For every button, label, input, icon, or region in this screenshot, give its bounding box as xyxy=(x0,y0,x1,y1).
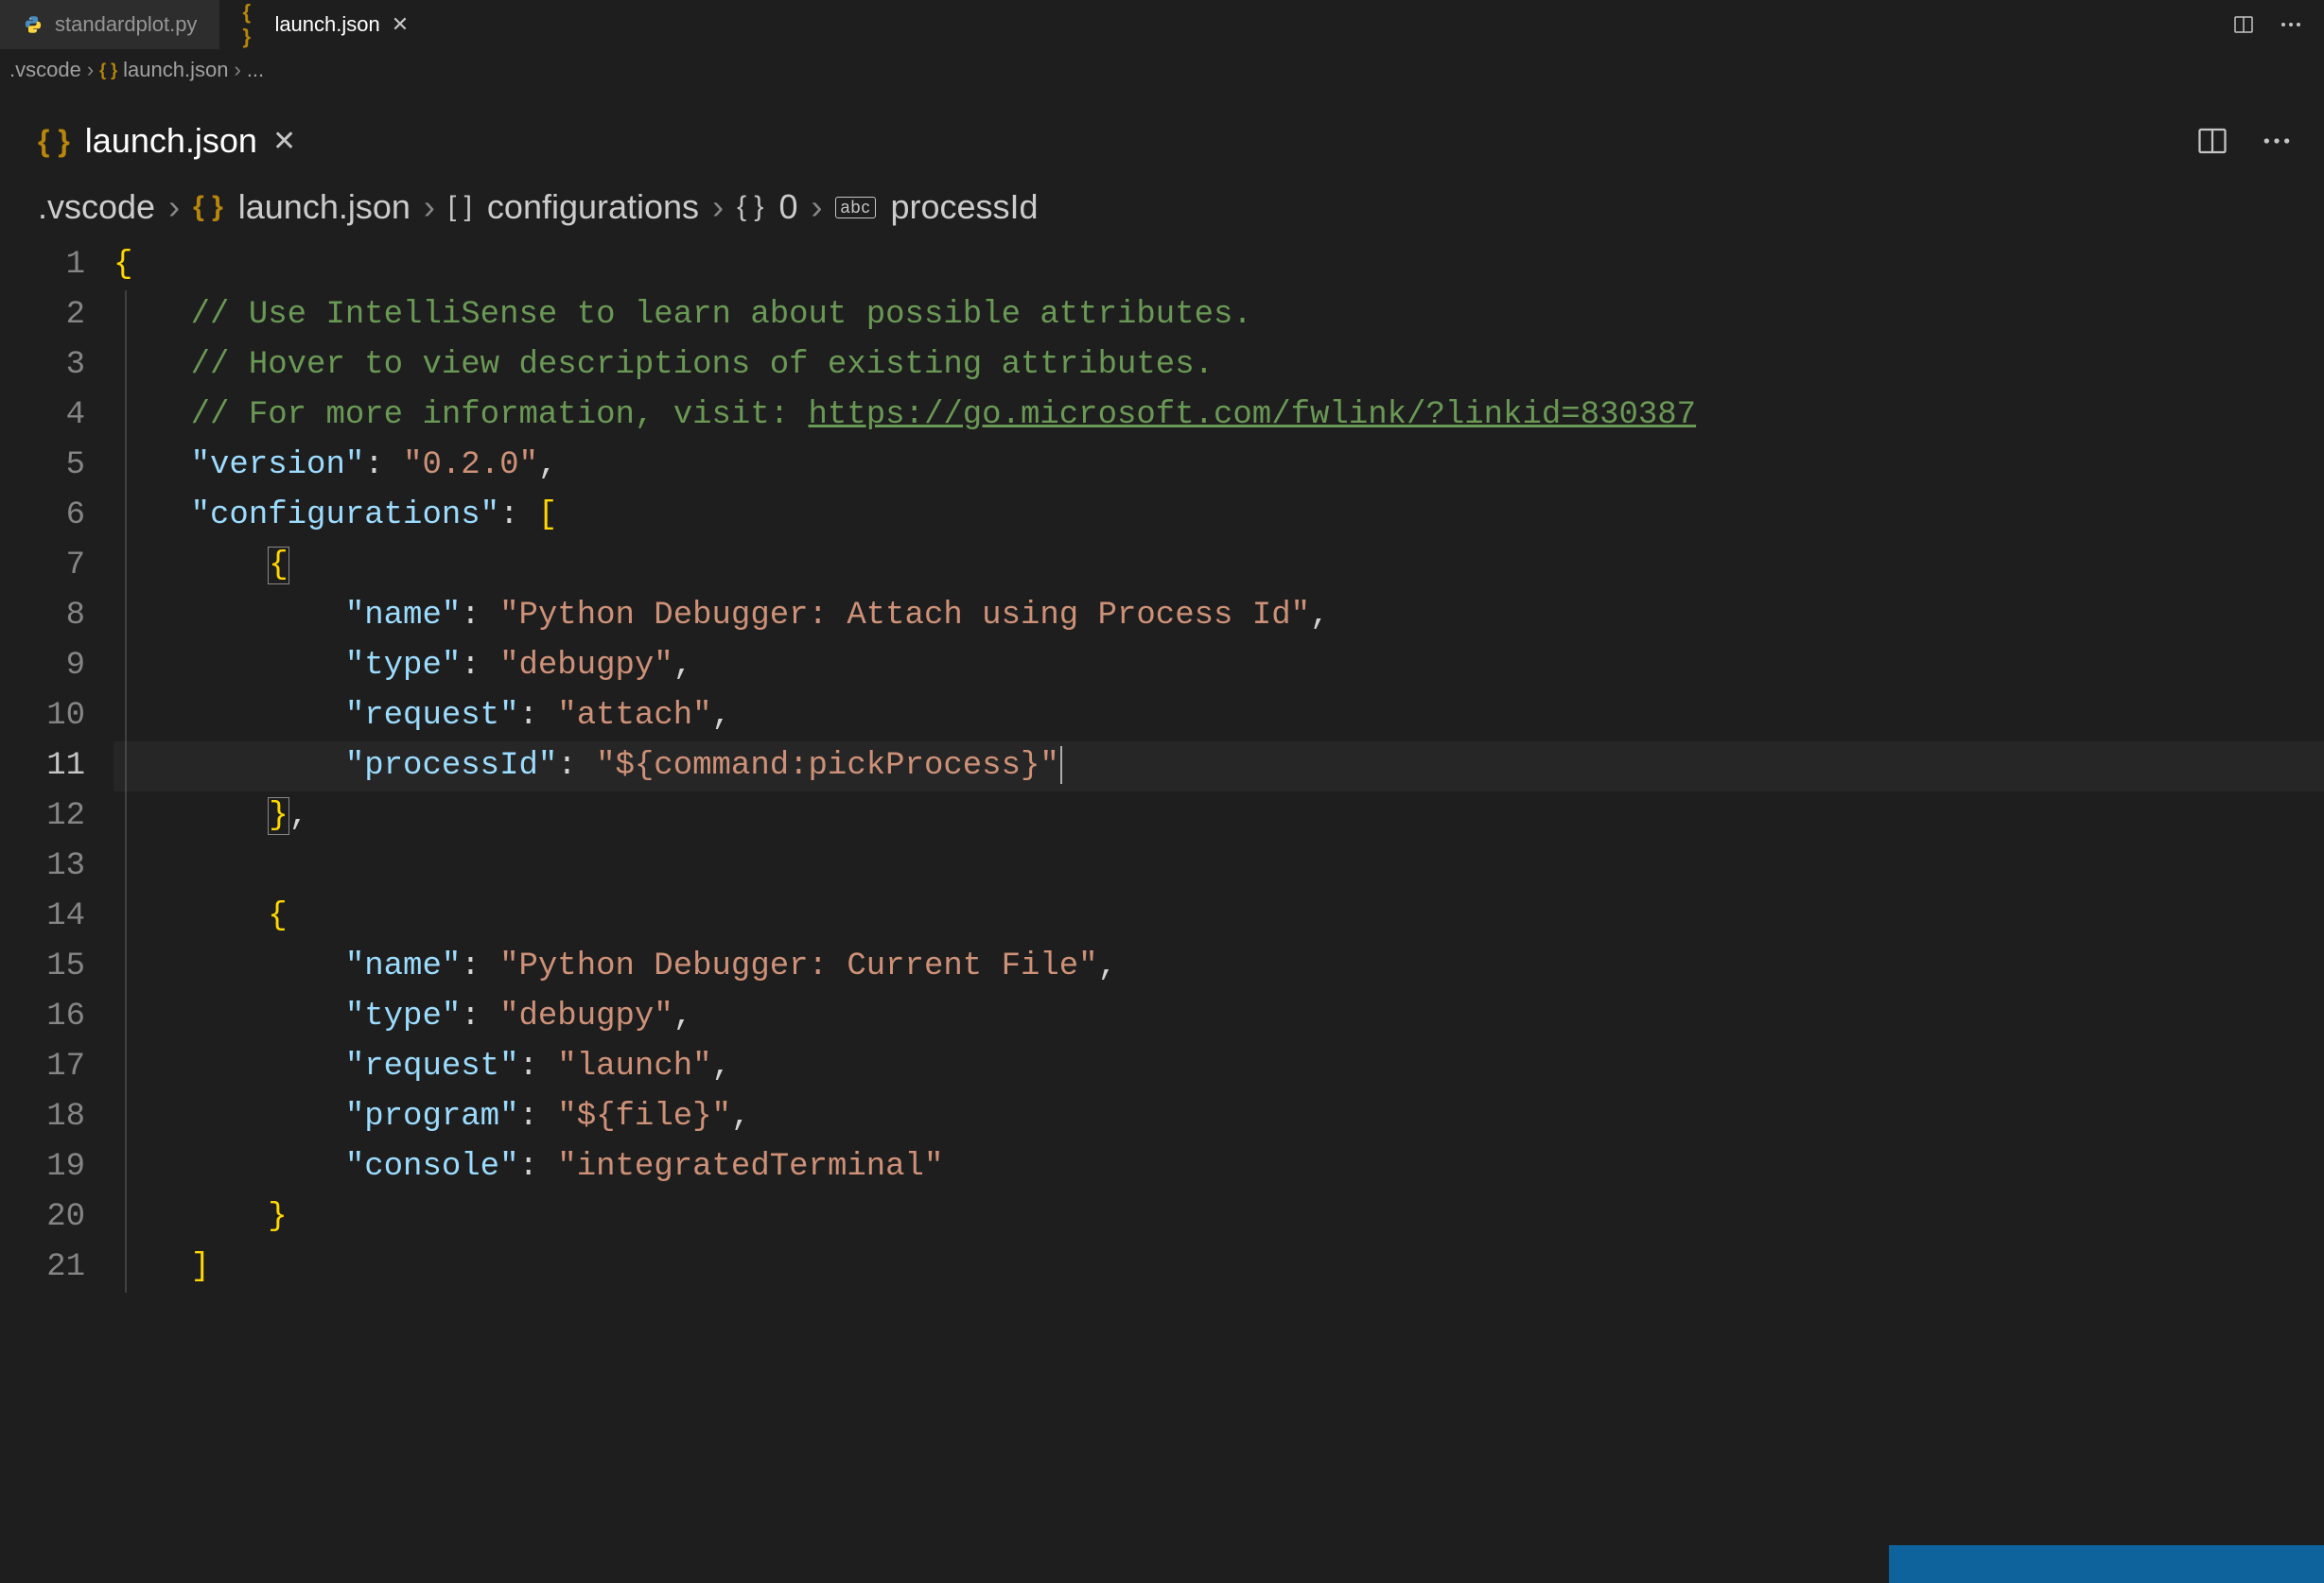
tab-bar-actions xyxy=(431,0,2324,49)
json-file-icon: { } xyxy=(38,124,70,159)
chevron-right-icon: › xyxy=(708,187,727,227)
close-icon[interactable]: ✕ xyxy=(272,125,296,158)
breadcrumb-segment[interactable]: ... xyxy=(247,58,264,82)
breadcrumb-segment[interactable]: configurations xyxy=(487,187,699,227)
json-file-icon: { } xyxy=(193,191,223,223)
breadcrumb-segment[interactable]: processId xyxy=(891,187,1039,227)
editor-tabs-area: { } launch.json ✕ .vscode › { } launch.j… xyxy=(0,91,2324,1293)
line-number: 13 xyxy=(0,842,85,892)
editor-tab-label: launch.json xyxy=(85,121,257,161)
breadcrumb-segment[interactable]: 0 xyxy=(778,187,797,227)
close-icon[interactable]: ✕ xyxy=(392,12,409,37)
breadcrumb-segment[interactable]: .vscode xyxy=(9,58,81,82)
tab-standardplot[interactable]: standardplot.py xyxy=(0,0,219,49)
json-file-icon: { } xyxy=(242,14,263,35)
chevron-right-icon: › xyxy=(87,58,94,82)
mini-breadcrumb: .vscode › { } launch.json › ... xyxy=(0,49,2324,91)
line-number: 10 xyxy=(0,691,85,741)
line-number: 16 xyxy=(0,992,85,1042)
line-number: 12 xyxy=(0,792,85,842)
line-number: 19 xyxy=(0,1142,85,1192)
line-number: 1 xyxy=(0,240,85,290)
split-editor-icon[interactable] xyxy=(2229,10,2258,39)
line-number: 9 xyxy=(0,641,85,691)
line-number: 14 xyxy=(0,892,85,942)
top-tab-bar: standardplot.py { } launch.json ✕ xyxy=(0,0,2324,49)
line-number: 5 xyxy=(0,441,85,491)
chevron-right-icon: › xyxy=(165,187,183,227)
breadcrumb-segment[interactable]: .vscode xyxy=(38,187,155,227)
line-number: 15 xyxy=(0,942,85,992)
main-breadcrumb: .vscode › { } launch.json › [ ] configur… xyxy=(0,172,2324,236)
line-number-gutter: 123456789101112131415161718192021 xyxy=(0,240,114,1293)
line-number: 6 xyxy=(0,491,85,541)
breadcrumb-segment[interactable]: launch.json xyxy=(123,58,228,82)
line-number: 20 xyxy=(0,1192,85,1243)
code-editor[interactable]: 123456789101112131415161718192021 { // U… xyxy=(0,236,2324,1293)
line-number: 7 xyxy=(0,541,85,591)
object-icon: { } xyxy=(737,191,763,223)
line-number: 11 xyxy=(0,741,85,792)
chevron-right-icon: › xyxy=(234,58,240,82)
more-actions-icon[interactable] xyxy=(2256,120,2298,162)
line-number: 17 xyxy=(0,1042,85,1092)
bottom-blue-strip xyxy=(1889,1545,2324,1583)
string-icon: abc xyxy=(835,197,875,218)
line-number: 21 xyxy=(0,1243,85,1293)
tab-label: standardplot.py xyxy=(55,12,197,37)
line-number: 2 xyxy=(0,290,85,340)
line-number: 4 xyxy=(0,391,85,441)
line-number: 3 xyxy=(0,340,85,391)
split-editor-icon[interactable] xyxy=(2192,120,2233,162)
line-number: 8 xyxy=(0,591,85,641)
python-file-icon xyxy=(23,14,44,35)
chevron-right-icon: › xyxy=(420,187,439,227)
json-file-icon: { } xyxy=(99,61,117,80)
chevron-right-icon: › xyxy=(807,187,826,227)
editor-tab-launch-json[interactable]: { } launch.json ✕ xyxy=(0,110,323,172)
editor-actions xyxy=(323,120,2324,162)
text-cursor xyxy=(1060,746,1062,784)
code-content[interactable]: { // Use IntelliSense to learn about pos… xyxy=(114,240,2324,1293)
more-actions-icon[interactable] xyxy=(2277,10,2305,39)
tab-label: launch.json xyxy=(274,12,379,37)
line-number: 18 xyxy=(0,1092,85,1142)
tab-launch-json[interactable]: { } launch.json ✕ xyxy=(219,0,431,49)
breadcrumb-segment[interactable]: launch.json xyxy=(238,187,411,227)
array-icon: [ ] xyxy=(448,191,472,223)
